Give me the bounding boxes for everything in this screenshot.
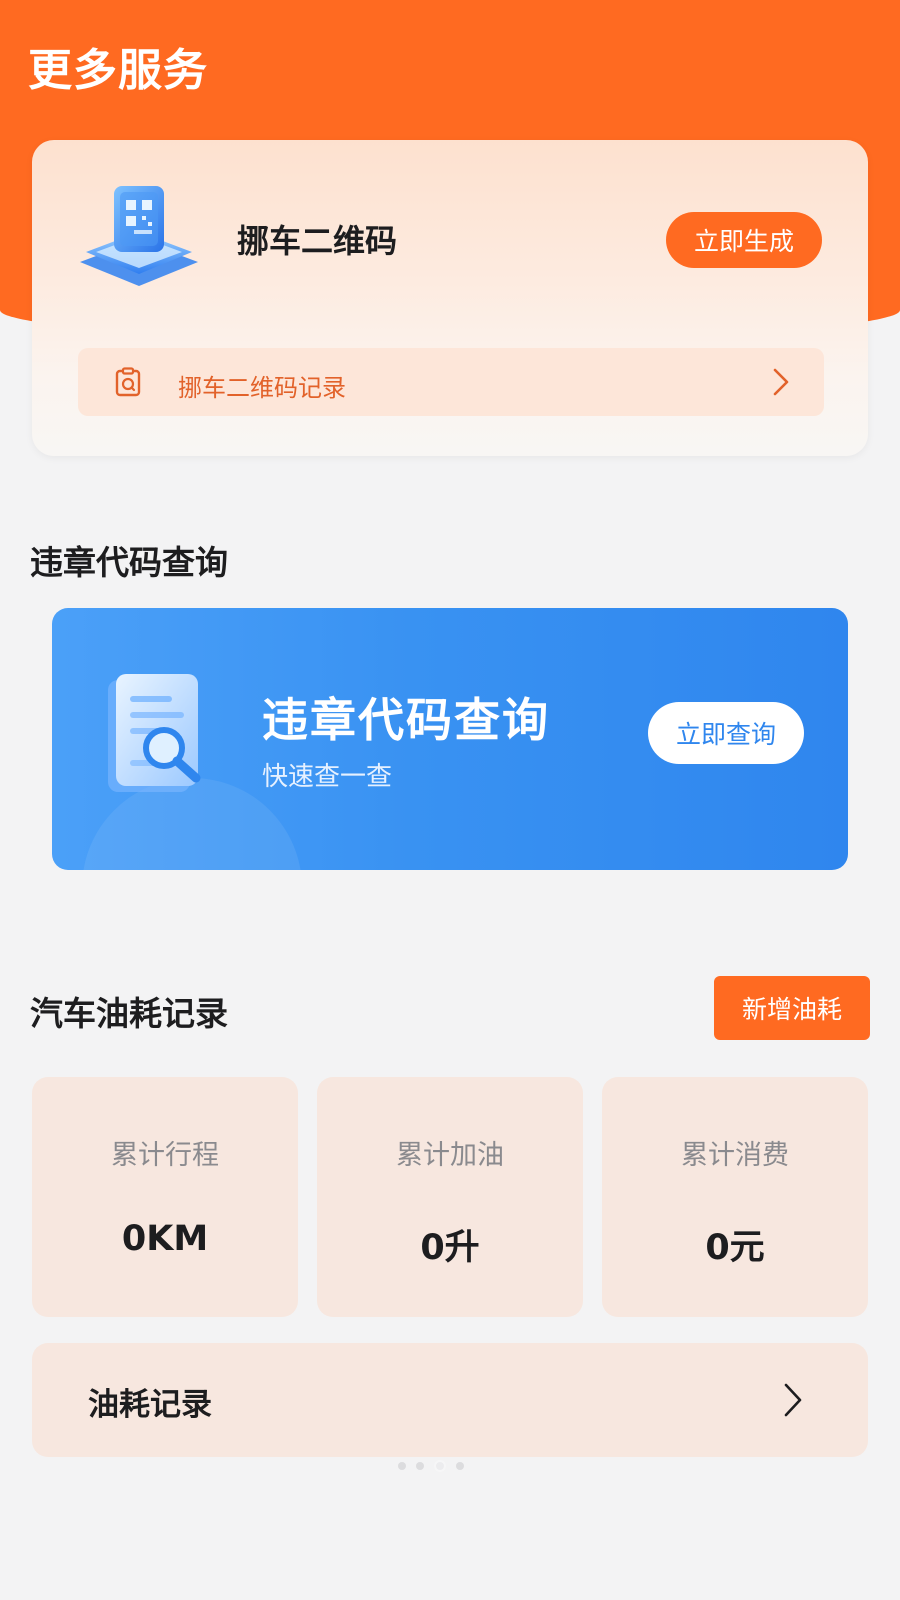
banner-subtitle: 快速查一查 — [262, 762, 393, 792]
qr-record-label: 挪车二维码记录 — [178, 374, 346, 402]
qr-code-icon — [74, 182, 204, 292]
page-indicator — [398, 1460, 464, 1472]
stat-label: 累计行程 — [111, 1140, 219, 1171]
page-dot — [416, 1462, 424, 1470]
add-fuel-button[interactable]: 新增油耗 — [714, 976, 870, 1040]
clipboard-icon — [112, 366, 144, 398]
stat-card-refuel: 累计加油 0升 — [317, 1077, 583, 1317]
stat-label: 累计消费 — [681, 1140, 789, 1171]
stat-card-spending: 累计消费 0元 — [602, 1077, 868, 1317]
chevron-right-icon — [782, 1381, 804, 1419]
generate-now-button[interactable]: 立即生成 — [666, 212, 822, 268]
qr-card-title: 挪车二维码 — [237, 222, 398, 260]
violation-query-banner[interactable]: 违章代码查询 快速查一查 立即查询 — [52, 608, 848, 870]
move-car-qr-card: 挪车二维码 立即生成 挪车二维码记录 — [32, 140, 868, 456]
qr-record-row[interactable]: 挪车二维码记录 — [78, 348, 824, 416]
query-now-button[interactable]: 立即查询 — [648, 702, 804, 764]
page-dot — [456, 1462, 464, 1470]
stat-card-mileage: 累计行程 0KM — [32, 1077, 298, 1317]
fuel-section-title: 汽车油耗记录 — [30, 994, 228, 1033]
fuel-record-label: 油耗记录 — [88, 1387, 212, 1423]
violation-section-title: 违章代码查询 — [30, 543, 228, 582]
stat-value: 0元 — [705, 1228, 765, 1268]
page-title: 更多服务 — [28, 45, 208, 96]
stat-label: 累计加油 — [396, 1140, 504, 1171]
document-search-icon — [102, 674, 212, 809]
stat-value: 0KM — [121, 1219, 209, 1259]
page-dot — [398, 1462, 406, 1470]
page-dot-active — [434, 1460, 446, 1472]
banner-title: 违章代码查询 — [262, 693, 550, 747]
chevron-right-icon — [770, 366, 792, 398]
stat-value: 0升 — [420, 1228, 480, 1268]
fuel-record-row[interactable]: 油耗记录 — [32, 1343, 868, 1457]
